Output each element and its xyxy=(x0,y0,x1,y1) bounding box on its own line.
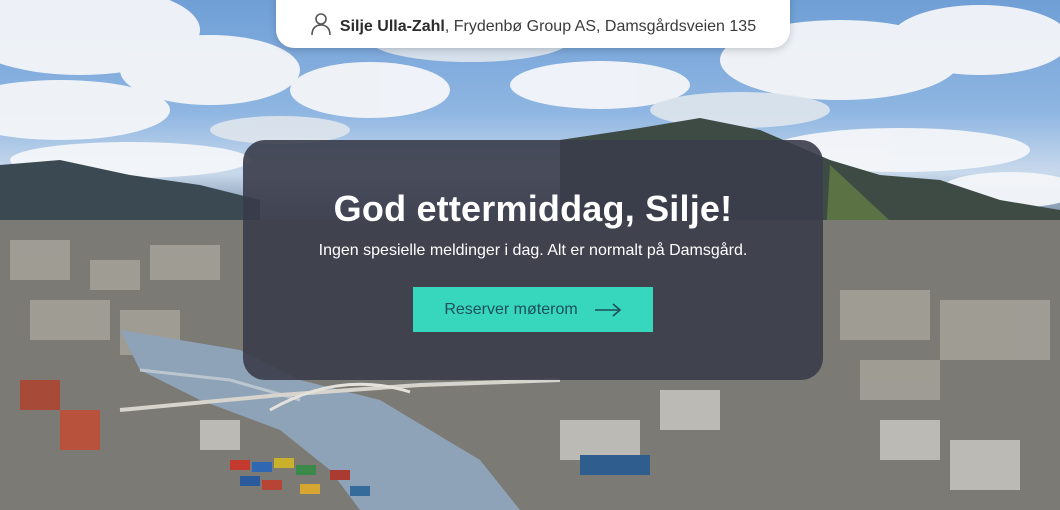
user-info-bar: Silje Ulla-Zahl , Frydenbø Group AS, Dam… xyxy=(276,0,790,48)
greeting-card: God ettermiddag, Silje! Ingen spesielle … xyxy=(243,140,823,380)
reserve-button-label: Reserver møterom xyxy=(444,300,578,318)
greeting-message: Ingen spesielle meldinger i dag. Alt er … xyxy=(318,242,748,259)
user-name: Silje Ulla-Zahl xyxy=(339,18,445,35)
reserve-meeting-room-button[interactable]: Reserver møterom xyxy=(413,287,653,332)
user-company-address: , Frydenbø Group AS, Damsgårdsveien 135 xyxy=(444,18,757,35)
arrow-right-icon xyxy=(594,302,621,317)
person-icon xyxy=(311,13,331,36)
greeting-title: God ettermiddag, Silje! xyxy=(333,188,733,229)
hero-section: Silje Ulla-Zahl , Frydenbø Group AS, Dam… xyxy=(0,0,1060,510)
